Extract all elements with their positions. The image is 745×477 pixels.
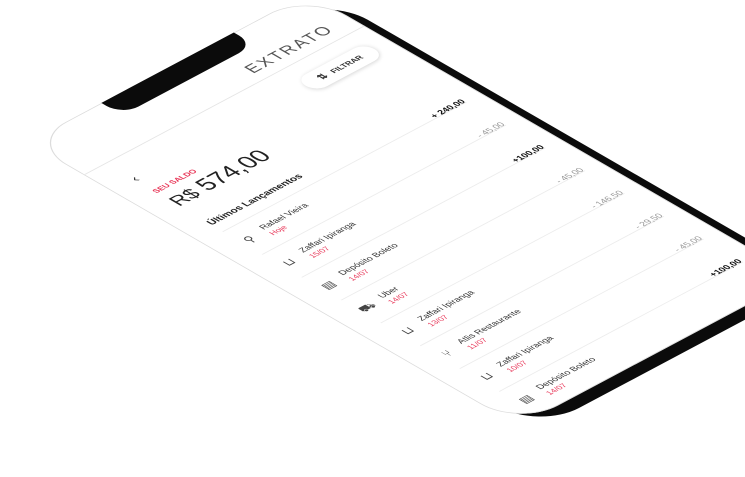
cart-icon: ⊔ bbox=[278, 256, 300, 268]
filter-label: FILTRAR bbox=[327, 53, 366, 75]
boleto-icon: ▤ bbox=[514, 392, 538, 406]
phone-screen: EXTRATO ‹ ⇅ FILTRAR SEU SALDO R$ 574,00 … bbox=[27, 0, 745, 427]
transactions-list: + 240,00 ⚲ Rafael Vieira Hoje - 45,00 ⊔ … bbox=[222, 98, 745, 415]
user-icon: ⚲ bbox=[239, 233, 260, 245]
cart-icon: ⊔ bbox=[476, 370, 497, 383]
balance-amount: 574,00 bbox=[189, 146, 278, 195]
restaurant-icon: ⑂ bbox=[437, 348, 457, 359]
back-button[interactable]: ‹ bbox=[126, 174, 144, 184]
top-bar: EXTRATO bbox=[57, 10, 366, 176]
cart-icon: ⊔ bbox=[397, 324, 418, 337]
stage: EXTRATO ‹ ⇅ FILTRAR SEU SALDO R$ 574,00 … bbox=[0, 0, 745, 477]
boleto-icon: ▤ bbox=[317, 278, 340, 292]
balance-currency: R$ bbox=[164, 185, 207, 210]
transaction-amount: + 240,00 bbox=[427, 97, 468, 120]
car-icon: ⛟ bbox=[354, 300, 380, 315]
sort-icon: ⇅ bbox=[314, 72, 332, 82]
